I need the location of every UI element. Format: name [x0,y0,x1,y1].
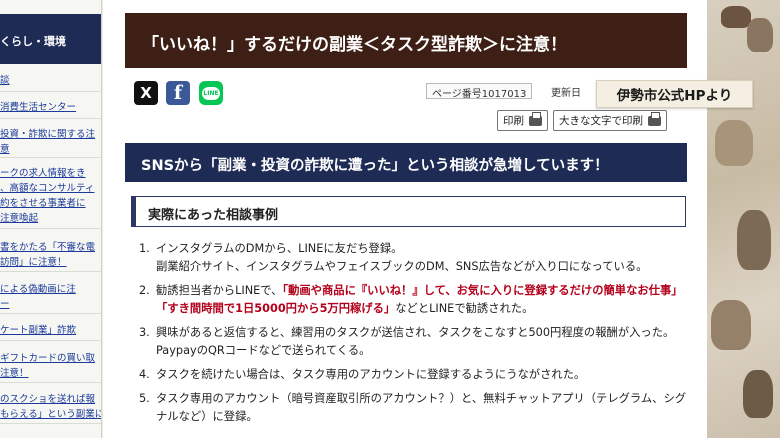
painting-figure [715,120,753,166]
print-button[interactable]: 印刷 [497,110,548,131]
painting-figure [737,210,771,270]
sidebar-link[interactable]: による偽動画に注 [0,282,101,297]
list-item: 1. インスタグラムのDMから、LINEに友だち登録。 副業紹介サイト、インスタ… [139,240,695,276]
item-text: インスタグラムのDMから、LINEに友だち登録。 [156,242,403,255]
large-print-button[interactable]: 大きな文字で印刷 [553,110,667,131]
sidebar-link[interactable]: 意 [0,142,101,158]
printer-icon [529,111,542,126]
painting-figure [743,370,773,418]
updated-date-label: 更新日 [551,88,581,99]
list-item: 2. 勧誘担当者からLINEで、「動画や商品に『いいね！』して、お気に入りに登録… [139,282,695,318]
sidebar-link[interactable]: ー [0,297,101,314]
painting-figure [721,6,751,28]
sidebar-link[interactable]: 約をさせる事業者に [0,196,101,211]
item-text: タスクを続けたい場合は、タスク専用のアカウントに登録するようにうながされた。 [156,368,586,381]
sidebar-link[interactable]: 注意喚起 [0,211,101,229]
left-sidebar: くらし・環境 談 消費生活センター 投資・詐欺に関する注 意 ークの求人情報をき… [0,0,102,438]
sidebar-link[interactable]: 投資・詐欺に関する注 [0,127,101,142]
sidebar-link[interactable]: 、高額なコンサルティ [0,181,101,196]
sidebar-link[interactable]: ケート副業」詐欺 [0,323,101,341]
item-text-plain: 勧誘担当者からLINEで、 [156,284,283,297]
subheading: 実際にあった相談事例 [131,196,686,227]
item-text: 勧誘担当者からLINEで、「動画や商品に『いいね！』して、お気に入りに登録するだ… [156,282,695,318]
painting-figure [747,18,773,52]
list-item: 4. タスクを続けたい場合は、タスク専用のアカウントに登録するようにうながされた… [139,366,695,384]
case-list: 1. インスタグラムのDMから、LINEに友だち登録。 副業紹介サイト、インスタ… [139,240,695,432]
line-bubble-icon: LINE [202,86,220,100]
item-number: 3. [139,326,150,339]
sidebar-link[interactable]: 注意！ [0,366,101,383]
sidebar-link[interactable]: 書をかたる「不審な電 [0,240,101,255]
item-number: 5. [139,392,150,405]
section-heading: SNSから「副業・投資の詐欺に遭った」という相談が急増しています！ [125,143,687,182]
sidebar-link[interactable]: 訪問」に注意！ [0,255,101,272]
item-text-plain: などとLINEで勧誘された。 [395,302,534,315]
list-item: 5. タスク専用のアカウント（暗号資産取引所のアカウント？）と、無料チャットアプ… [139,390,695,426]
main-content: 「いいね！」するだけの副業＜タスク型詐欺＞に注意！ X f LINE ページ番号… [103,0,707,438]
line-share-icon[interactable]: LINE [199,81,223,105]
x-share-icon[interactable]: X [134,81,158,105]
sidebar-link[interactable]: 消費生活センター [0,97,101,119]
large-print-button-label: 大きな文字で印刷 [559,115,643,127]
page-title: 「いいね！」するだけの副業＜タスク型詐欺＞に注意！ [125,13,687,68]
background-painting [707,0,780,438]
page-number: ページ番号1017013 [426,83,533,100]
item-number: 4. [139,368,150,381]
sidebar-link[interactable]: のスクショを送れば報 [0,392,101,407]
item-number: 1. [139,242,150,255]
item-text: 興味があると返信すると、練習用のタスクが送信され、タスクをこなすと500円程度の… [156,326,675,339]
sidebar-link[interactable]: ークの求人情報をき [0,166,101,181]
sidebar-header[interactable]: くらし・環境 [0,14,101,64]
sidebar-link[interactable]: 談 [0,70,101,92]
item-text: タスク専用のアカウント（暗号資産取引所のアカウント？）と、無料チャットアプリ（テ… [156,392,687,423]
source-caption: 伊勢市公式HPより [596,80,753,108]
painting-figure [711,300,751,350]
print-button-label: 印刷 [503,115,524,127]
facebook-share-icon[interactable]: f [166,81,190,105]
sidebar-link[interactable]: ギフトカードの買い取 [0,351,101,366]
printer-icon [648,111,661,126]
sidebar-link[interactable]: もらえる」という副業に [0,407,101,424]
list-item: 3. 興味があると返信すると、練習用のタスクが送信され、タスクをこなすと500円… [139,324,695,360]
item-number: 2. [139,284,150,297]
item-subtext: 副業紹介サイト、インスタグラムやフェイスブックのDM、SNS広告などが入り口にな… [156,260,648,273]
item-subtext: PaypayのQRコードなどで送られてくる。 [156,344,371,357]
